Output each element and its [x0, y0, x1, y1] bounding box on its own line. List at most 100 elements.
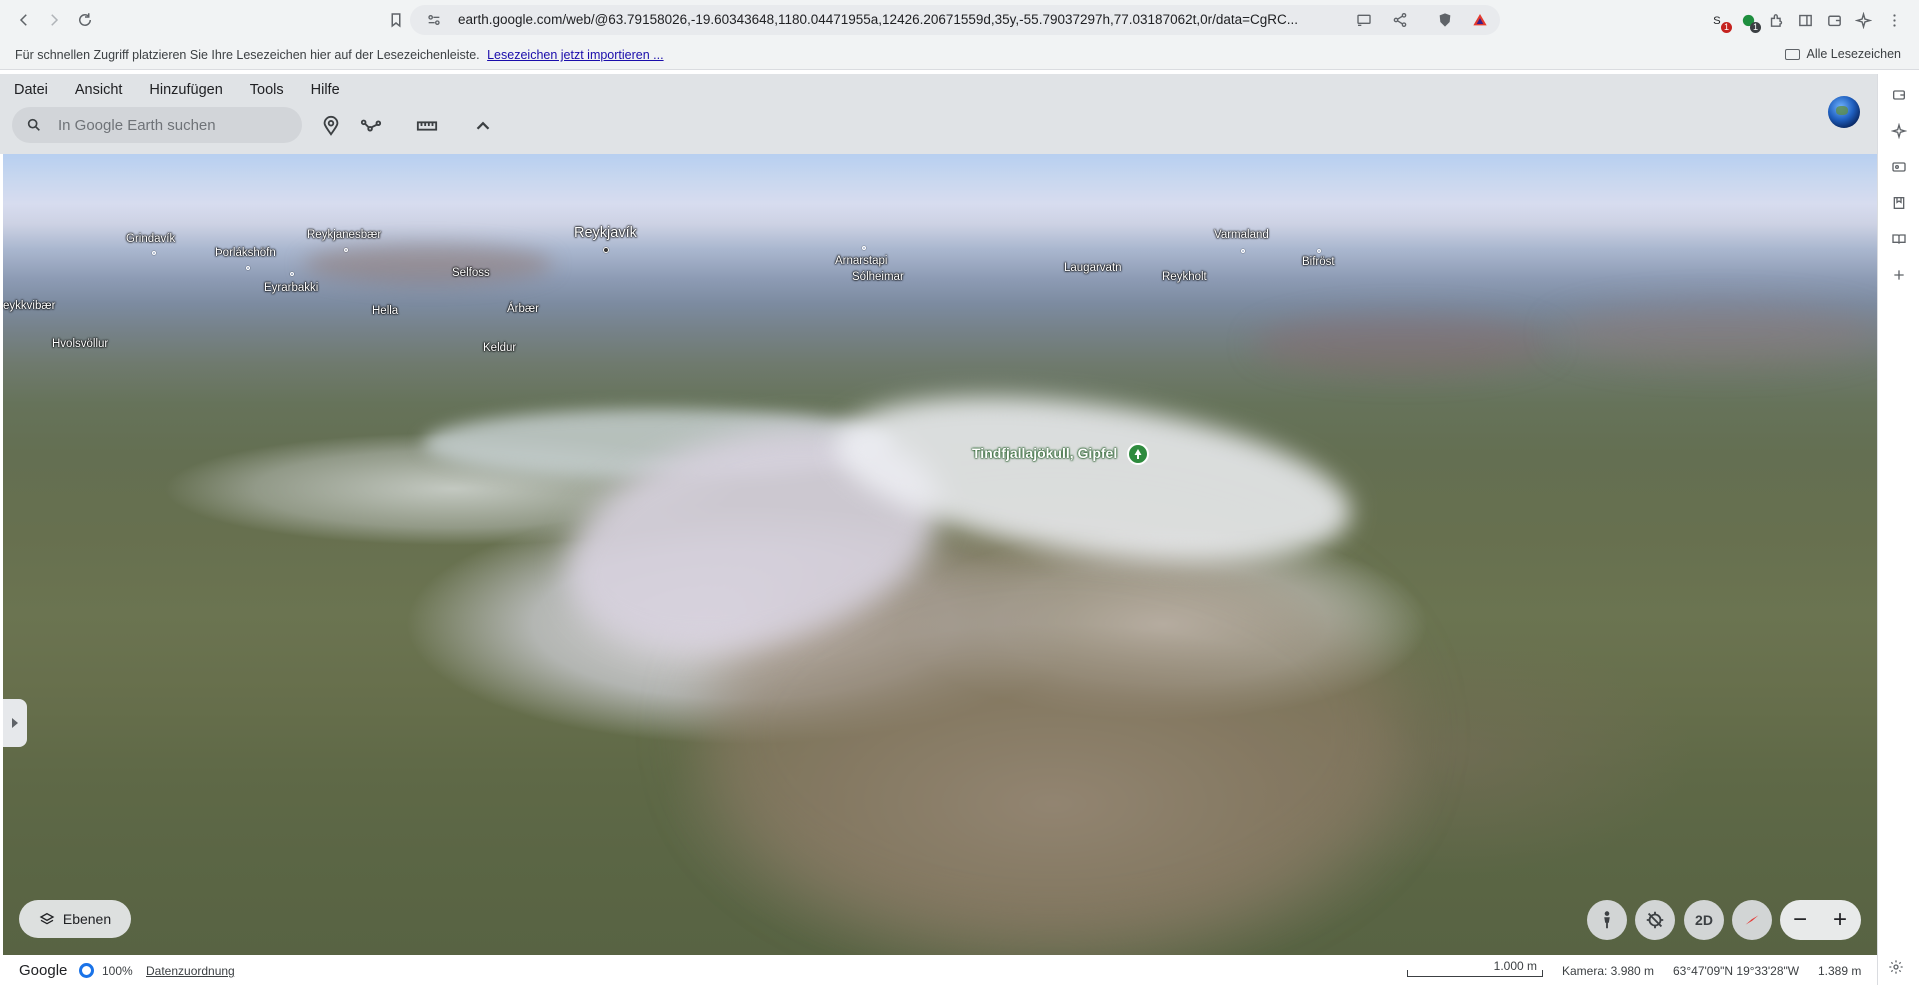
measure-button[interactable]: [414, 113, 440, 139]
leo-panel-icon[interactable]: [1890, 122, 1908, 140]
reload-button[interactable]: [71, 6, 99, 34]
terrain-shading: [1553, 304, 1877, 364]
back-button[interactable]: [10, 6, 38, 34]
address-bar[interactable]: earth.google.com/web/@63.79158026,-19.60…: [410, 5, 1500, 35]
url-text[interactable]: earth.google.com/web/@63.79158026,-19.60…: [458, 12, 1358, 27]
data-attribution-link[interactable]: Datenzuordnung: [146, 964, 235, 978]
place-label[interactable]: Selfoss: [452, 267, 490, 279]
leo-ai-icon[interactable]: [1853, 10, 1873, 30]
extensions-puzzle-icon[interactable]: [1766, 10, 1786, 30]
add-placemark-button[interactable]: [318, 113, 344, 139]
bookmarks-bar: Für schnellen Zugriff platzieren Sie Ihr…: [0, 40, 1919, 70]
bookmark-star-button[interactable]: [382, 6, 410, 34]
loading-percent: 100%: [102, 964, 133, 978]
search-box[interactable]: [12, 107, 302, 143]
place-dot: [290, 272, 294, 276]
back-icon: [19, 14, 27, 26]
menu-tools[interactable]: Tools: [250, 82, 284, 98]
wallet-panel-icon[interactable]: [1890, 86, 1908, 104]
place-label[interactable]: Bifröst: [1302, 256, 1335, 268]
place-label[interactable]: eykkvibær: [3, 300, 55, 312]
place-label[interactable]: Grindavík: [126, 233, 175, 245]
brave-rewards-icon[interactable]: [1470, 10, 1490, 30]
all-bookmarks-button[interactable]: Alle Lesezeichen: [1785, 47, 1901, 61]
sidebar-toggle-icon[interactable]: [1795, 10, 1815, 30]
extension-badge: 1: [1720, 22, 1732, 33]
map-view[interactable]: Grindavík Þorlákshöfn Reykjanesbær Reykj…: [3, 154, 1877, 955]
place-dot: [1317, 249, 1321, 253]
place-label[interactable]: Reykjanesbær: [307, 229, 381, 241]
scale-bar[interactable]: 1.000 m: [1407, 959, 1543, 977]
site-info-icon[interactable]: [424, 10, 444, 30]
place-label[interactable]: Eyrarbakki: [264, 282, 318, 294]
draw-path-button[interactable]: [358, 113, 384, 139]
place-label[interactable]: Keldur: [483, 342, 516, 354]
zoom-in-button[interactable]: +: [1820, 900, 1860, 940]
import-bookmarks-link[interactable]: Lesezeichen jetzt importieren ...: [487, 48, 663, 62]
search-input[interactable]: [58, 115, 288, 135]
pegman-button[interactable]: [1587, 900, 1627, 940]
news-panel-icon[interactable]: [1890, 158, 1908, 176]
add-panel-icon[interactable]: [1890, 266, 1908, 284]
bookmarks-panel-icon[interactable]: [1890, 194, 1908, 212]
collapse-toolbar-button[interactable]: [470, 113, 496, 139]
settings-gear-icon[interactable]: [1888, 959, 1904, 975]
tilt-icon: [1646, 911, 1664, 929]
extension-2-icon[interactable]: 1: [1738, 10, 1761, 33]
layers-button[interactable]: Ebenen: [19, 900, 131, 938]
browser-side-panel: [1877, 74, 1919, 985]
wallet-icon[interactable]: [1824, 10, 1844, 30]
camera-altitude: Kamera: 3.980 m: [1562, 964, 1655, 978]
cursor-coordinates: 63°47'09"N 19°33'28"W: [1673, 964, 1800, 978]
place-label[interactable]: Sólheimar: [852, 271, 904, 283]
chevron-right-icon: [12, 718, 18, 728]
all-bookmarks-label: Alle Lesezeichen: [1806, 47, 1901, 61]
place-label[interactable]: Varmaland: [1214, 229, 1269, 241]
terrain-shading: [1253, 314, 1553, 374]
toggle-tilt-button[interactable]: [1635, 900, 1675, 940]
path-icon: [360, 119, 382, 132]
share-icon[interactable]: [1390, 10, 1410, 30]
svg-text:S: S: [1713, 15, 1721, 27]
place-dot: [344, 248, 348, 252]
menu-add[interactable]: Hinzufügen: [149, 82, 222, 98]
forward-icon: [51, 14, 59, 26]
place-label[interactable]: Þorlákshöfn: [215, 247, 276, 259]
compass-icon: [1745, 915, 1759, 925]
place-dot: [1241, 249, 1245, 253]
peak-pin[interactable]: [1127, 443, 1149, 465]
place-label[interactable]: Hvolsvöllur: [52, 338, 108, 350]
menu-file[interactable]: Datei: [14, 82, 48, 98]
ruler-icon: [416, 121, 438, 131]
menu-bar: Datei Ansicht Hinzufügen Tools Hilfe: [14, 82, 367, 98]
place-label[interactable]: Arnarstapi: [835, 255, 887, 267]
layers-icon: [39, 912, 55, 925]
place-label[interactable]: Laugarvatn: [1064, 262, 1122, 274]
place-label[interactable]: Reykholt: [1162, 271, 1207, 283]
terrain-shading: [303, 244, 553, 284]
placemark-icon: [323, 115, 339, 136]
cast-icon[interactable]: [1354, 10, 1374, 30]
menu-help[interactable]: Hilfe: [311, 82, 340, 98]
compass-button[interactable]: [1732, 900, 1772, 940]
layers-label: Ebenen: [62, 911, 112, 927]
menu-view[interactable]: Ansicht: [75, 82, 123, 98]
forward-button[interactable]: [40, 6, 68, 34]
elevation: 1.389 m: [1818, 964, 1862, 978]
avatar[interactable]: [1828, 96, 1860, 128]
bookmark-icon: [391, 13, 401, 28]
place-dot: [246, 266, 250, 270]
brave-shield-icon[interactable]: [1435, 10, 1455, 30]
menu-icon[interactable]: [1884, 10, 1904, 30]
place-label[interactable]: Hella: [372, 305, 398, 317]
place-label-capital[interactable]: Reykjavík: [574, 225, 637, 241]
place-label[interactable]: Árbær: [507, 303, 539, 315]
peak-label[interactable]: Tindfjallajökull, Gipfel: [972, 445, 1117, 461]
extension-1-icon[interactable]: S 1: [1709, 10, 1732, 33]
zoom-out-button[interactable]: −: [1780, 900, 1820, 940]
expand-drawer-button[interactable]: [3, 699, 27, 747]
view-2d-button[interactable]: 2D: [1684, 900, 1724, 940]
reload-icon: [79, 13, 91, 26]
reading-list-icon[interactable]: [1890, 230, 1908, 248]
zoom-control: − +: [1780, 900, 1861, 940]
